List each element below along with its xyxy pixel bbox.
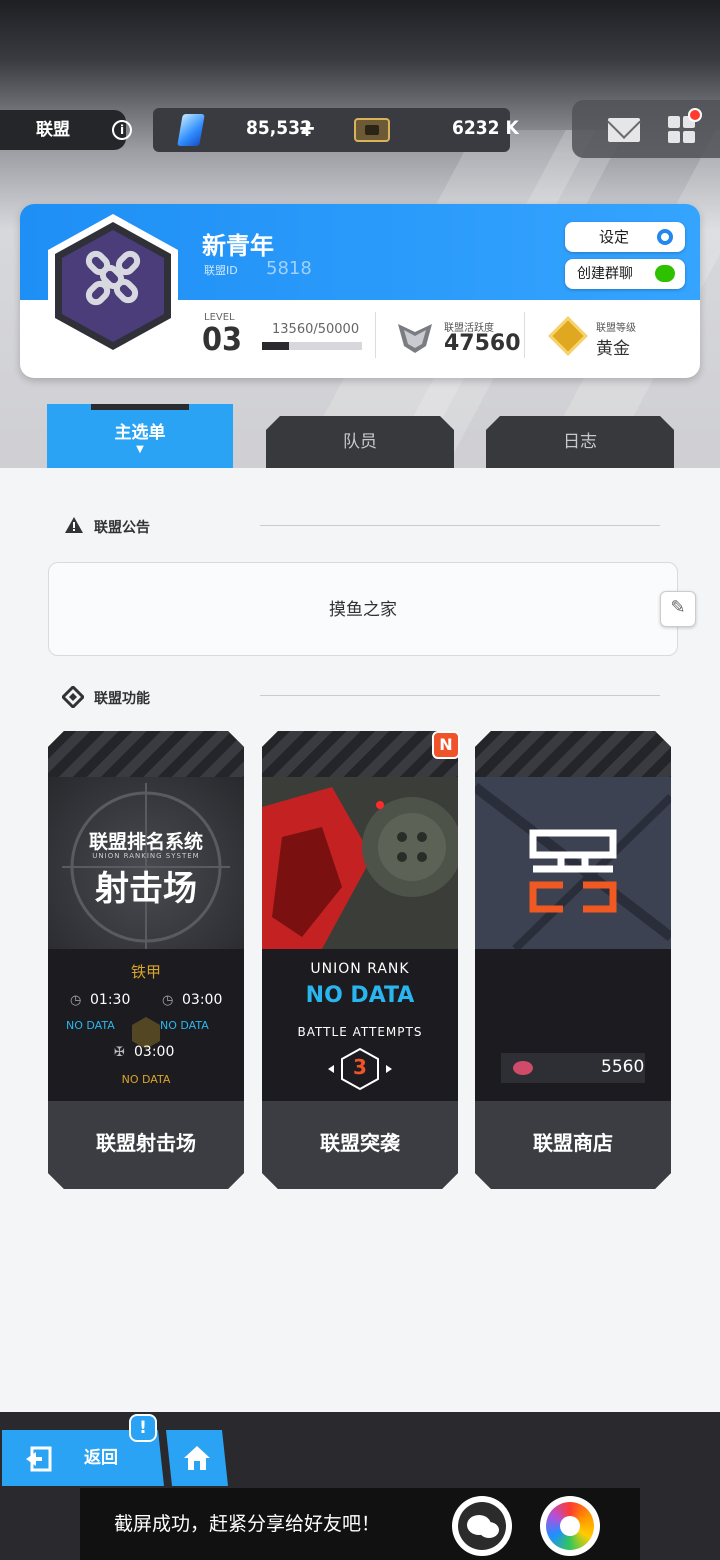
union-rank-value: NO DATA (305, 983, 415, 1008)
add-crystal-button[interactable]: + (298, 114, 316, 142)
gear-icon (657, 229, 673, 245)
poster-subtitle: UNION RANKING SYSTEM (92, 852, 200, 860)
shop-currency-value: 5560 (601, 1057, 645, 1077)
divider (260, 525, 660, 526)
photo-share-icon[interactable] (540, 1496, 600, 1556)
shooting-range-card[interactable]: 联盟排名系统 UNION RANKING SYSTEM 射击场 铁甲 ◷ 01:… (48, 731, 244, 1189)
divider (375, 312, 376, 358)
create-group-chat-button[interactable]: 创建群聊 (565, 259, 685, 289)
diamond-icon (60, 684, 86, 712)
nodata-3: NO DATA (121, 1073, 171, 1086)
skull-icon: ✠ (114, 1045, 125, 1060)
union-id-label: 联盟ID (204, 264, 238, 277)
edit-icon[interactable]: ✎ (660, 591, 696, 627)
settings-button[interactable]: 设定 (565, 222, 685, 252)
poster-title: 联盟排名系统 (88, 831, 203, 853)
divider (260, 695, 660, 696)
union-rank-label: UNION RANK (310, 961, 410, 977)
nodata-1: NO DATA (66, 1019, 115, 1032)
nodata-2: NO DATA (160, 1019, 209, 1032)
wechat-icon (655, 265, 675, 282)
time-slot-1: 01:30 (90, 992, 131, 1008)
tab-main-menu[interactable]: 主选单 ▼ (47, 404, 233, 468)
battle-attempts-label: BATTLE ATTEMPTS (297, 1025, 423, 1039)
tab-log[interactable]: 日志 (486, 416, 674, 468)
credit-card-icon (354, 118, 390, 142)
exp-text: 13560/50000 (272, 322, 360, 337)
time-slot-2: 03:00 (182, 992, 223, 1008)
back-label: 返回 (84, 1448, 118, 1468)
alert-badge: ! (129, 1414, 157, 1442)
poster-main-title: 射击场 (95, 869, 197, 909)
union-title: 联盟 (0, 110, 126, 150)
clock-icon: ◷ (70, 993, 82, 1008)
union-name: 新青年 (202, 232, 274, 260)
rank-value: 黄金 (596, 339, 630, 359)
notice-box: 摸鱼之家 (48, 562, 678, 656)
divider (524, 312, 525, 358)
functions-heading: 联盟功能 (94, 691, 150, 707)
chevron-down-icon: ▼ (136, 444, 144, 455)
level-value: 03 (202, 320, 243, 358)
union-shop-card[interactable]: 5560 联盟商店 (475, 731, 671, 1189)
create-chat-label: 创建群聊 (577, 266, 633, 282)
activity-value: 47560 (444, 331, 521, 356)
union-emblem (44, 212, 182, 360)
battle-attempts-value: 3 (353, 1055, 367, 1079)
card-label: 联盟商店 (475, 1101, 671, 1189)
tier-label: 铁甲 (130, 963, 161, 981)
activity-icon (396, 320, 434, 358)
info-icon[interactable]: i (112, 120, 132, 140)
card-label: 联盟突袭 (262, 1101, 458, 1189)
exit-icon (24, 1446, 54, 1476)
new-badge: N (432, 731, 460, 759)
union-id-value: 5818 (266, 258, 312, 279)
clock-icon: ◷ (162, 993, 174, 1008)
time-slot-3: 03:00 (134, 1044, 175, 1060)
notification-dot (688, 108, 702, 122)
warning-icon (64, 516, 84, 538)
exp-progress-fill (262, 342, 289, 350)
union-raid-card[interactable]: UNION RANK NO DATA BATTLE ATTEMPTS 3 联盟突… (262, 731, 458, 1189)
card-label: 联盟射击场 (48, 1101, 244, 1189)
tab-members[interactable]: 队员 (266, 416, 454, 468)
credit-count: 6232 K (452, 117, 519, 139)
exp-progress-bar (262, 342, 362, 350)
notice-heading: 联盟公告 (94, 520, 150, 536)
mail-icon[interactable] (608, 118, 640, 142)
home-icon (182, 1444, 212, 1476)
settings-label: 设定 (599, 228, 630, 246)
tab-main-label: 主选单 (114, 423, 166, 443)
rank-label: 联盟等级 (596, 323, 636, 334)
wechat-share-icon[interactable] (452, 1496, 512, 1556)
